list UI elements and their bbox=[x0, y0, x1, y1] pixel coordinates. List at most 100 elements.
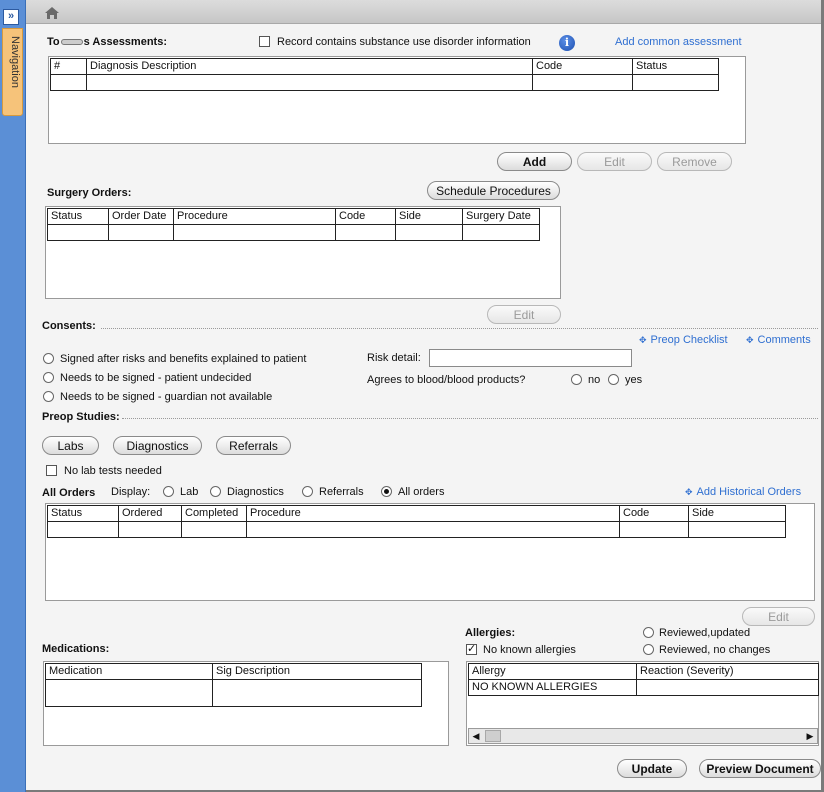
risk-detail-label: Risk detail: bbox=[367, 352, 421, 364]
column-header[interactable]: Procedure bbox=[247, 505, 620, 522]
display-diagnostics-radio[interactable] bbox=[210, 486, 221, 497]
blood-no-radio[interactable] bbox=[571, 374, 582, 385]
comments-link[interactable]: ✥ Comments bbox=[746, 334, 811, 346]
edit-surgery-order-button[interactable]: Edit bbox=[487, 305, 561, 324]
diagnostics-button[interactable]: Diagnostics bbox=[113, 436, 202, 455]
table-cell[interactable] bbox=[109, 225, 174, 241]
add-historical-orders-label: Add Historical Orders bbox=[696, 486, 802, 498]
risk-detail-input[interactable] bbox=[429, 349, 632, 367]
column-header[interactable]: Side bbox=[689, 505, 786, 522]
table-cell[interactable] bbox=[174, 225, 336, 241]
column-header[interactable]: Surgery Date bbox=[463, 208, 540, 225]
column-header[interactable]: Medication bbox=[45, 663, 213, 680]
preop-checklist-label: Preop Checklist bbox=[650, 334, 728, 346]
table-cell[interactable] bbox=[620, 522, 689, 538]
surgery-orders-title: Surgery Orders: bbox=[47, 187, 132, 199]
reviewed-no-changes-radio[interactable] bbox=[643, 644, 654, 655]
column-header[interactable]: # bbox=[50, 58, 87, 75]
assessments-title: To s Assessments: bbox=[47, 36, 167, 48]
expand-navigation-icon[interactable]: » bbox=[3, 9, 19, 25]
table-cell[interactable]: NO KNOWN ALLERGIES bbox=[468, 680, 637, 696]
column-header[interactable]: Reaction (Severity) bbox=[637, 663, 819, 680]
column-header[interactable]: Order Date bbox=[109, 208, 174, 225]
header-bar bbox=[26, 0, 824, 24]
blood-yes-radio[interactable] bbox=[608, 374, 619, 385]
table-cell[interactable] bbox=[533, 75, 633, 91]
column-header[interactable]: Code bbox=[533, 58, 633, 75]
table-cell[interactable] bbox=[47, 522, 119, 538]
column-header[interactable]: Allergy bbox=[468, 663, 637, 680]
table-cell[interactable] bbox=[247, 522, 620, 538]
table-cell[interactable] bbox=[463, 225, 540, 241]
column-header[interactable]: Status bbox=[633, 58, 719, 75]
no-lab-tests-checkbox[interactable] bbox=[46, 465, 57, 476]
home-icon[interactable] bbox=[45, 7, 59, 19]
labs-button[interactable]: Labs bbox=[42, 436, 99, 455]
allergies-horizontal-scrollbar[interactable]: ◀ ▶ bbox=[468, 728, 818, 744]
consents-title: Consents: bbox=[42, 320, 96, 332]
preop-studies-title: Preop Studies: bbox=[42, 411, 120, 423]
navigation-tab-label: Navigation bbox=[9, 36, 21, 88]
update-button[interactable]: Update bbox=[617, 759, 687, 778]
link-diamond-icon: ✥ bbox=[639, 335, 647, 345]
column-header[interactable]: Sig Description bbox=[213, 663, 422, 680]
column-header[interactable]: Completed bbox=[182, 505, 247, 522]
add-assessment-button[interactable]: Add bbox=[497, 152, 572, 171]
edit-assessment-button[interactable]: Edit bbox=[577, 152, 652, 171]
navigation-strip bbox=[0, 0, 26, 792]
column-header[interactable]: Code bbox=[336, 208, 396, 225]
table-cell[interactable] bbox=[119, 522, 182, 538]
scroll-left-icon[interactable]: ◀ bbox=[469, 729, 483, 743]
table-cell[interactable] bbox=[633, 75, 719, 91]
display-label: Display: bbox=[111, 486, 151, 498]
edit-order-button[interactable]: Edit bbox=[742, 607, 815, 626]
consent-option-radio[interactable] bbox=[43, 353, 54, 364]
allergies-title: Allergies: bbox=[465, 627, 516, 639]
column-header[interactable]: Diagnosis Description bbox=[87, 58, 533, 75]
display-lab-radio[interactable] bbox=[163, 486, 174, 497]
table-cell[interactable] bbox=[87, 75, 533, 91]
scroll-right-icon[interactable]: ▶ bbox=[803, 729, 817, 743]
remove-assessment-button[interactable]: Remove bbox=[657, 152, 732, 171]
scroll-thumb[interactable] bbox=[485, 730, 501, 742]
column-header[interactable]: Status bbox=[47, 505, 119, 522]
column-header[interactable]: Code bbox=[620, 505, 689, 522]
column-header[interactable]: Side bbox=[396, 208, 463, 225]
table-cell[interactable] bbox=[336, 225, 396, 241]
blood-products-label: Agrees to blood/blood products? bbox=[367, 374, 526, 386]
column-header[interactable]: Ordered bbox=[119, 505, 182, 522]
all-orders-title: All Orders bbox=[42, 487, 96, 499]
table-cell[interactable] bbox=[396, 225, 463, 241]
table-cell[interactable] bbox=[689, 522, 786, 538]
substance-use-label: Record contains substance use disorder i… bbox=[277, 36, 531, 48]
no-known-allergies-checkbox[interactable]: ✓ bbox=[466, 644, 477, 655]
medications-title: Medications: bbox=[42, 643, 110, 655]
consent-option-radio[interactable] bbox=[43, 391, 54, 402]
schedule-procedures-button[interactable]: Schedule Procedures bbox=[427, 181, 560, 200]
display-all-orders-label: All orders bbox=[398, 486, 445, 498]
add-historical-orders-link[interactable]: ✥ Add Historical Orders bbox=[685, 486, 801, 498]
consent-option-label: Signed after risks and benefits explaine… bbox=[60, 353, 307, 365]
add-common-assessment-link[interactable]: Add common assessment bbox=[615, 36, 742, 48]
table-cell[interactable] bbox=[47, 225, 109, 241]
no-known-allergies-label: No known allergies bbox=[483, 644, 576, 656]
table-cell[interactable] bbox=[182, 522, 247, 538]
table-cell[interactable] bbox=[637, 680, 819, 696]
display-referrals-radio[interactable] bbox=[302, 486, 313, 497]
substance-use-checkbox[interactable] bbox=[259, 36, 270, 47]
column-header[interactable]: Status bbox=[47, 208, 109, 225]
referrals-button[interactable]: Referrals bbox=[216, 436, 291, 455]
table-cell[interactable] bbox=[50, 75, 87, 91]
table-cell[interactable] bbox=[213, 680, 422, 707]
section-divider bbox=[101, 328, 818, 329]
consent-option-radio[interactable] bbox=[43, 372, 54, 383]
table-cell[interactable] bbox=[45, 680, 213, 707]
assessments-title-part2: s Assessments: bbox=[83, 36, 167, 48]
info-icon[interactable]: i bbox=[559, 35, 575, 51]
consent-option-label: Needs to be signed - guardian not availa… bbox=[60, 391, 273, 403]
preop-checklist-link[interactable]: ✥ Preop Checklist bbox=[639, 334, 728, 346]
column-header[interactable]: Procedure bbox=[174, 208, 336, 225]
preview-document-button[interactable]: Preview Document bbox=[699, 759, 821, 778]
reviewed-updated-radio[interactable] bbox=[643, 627, 654, 638]
display-all-orders-radio[interactable] bbox=[381, 486, 392, 497]
